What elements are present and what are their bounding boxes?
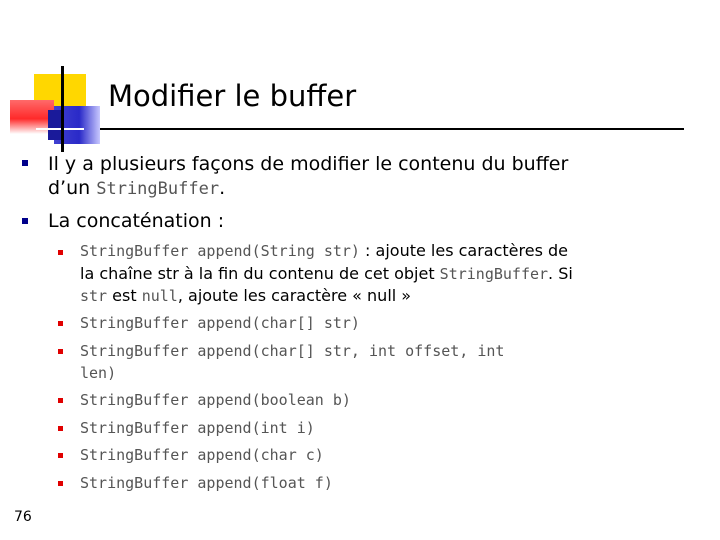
code-run: len)	[80, 364, 117, 382]
bullet-square-icon	[22, 218, 28, 224]
sub-bullet-square-icon	[58, 398, 63, 403]
code-run: str	[80, 287, 108, 305]
bullet-text-line: Il y a plusieurs façons de modifier le c…	[48, 153, 569, 175]
text-run: : ajoute les caractères de	[359, 241, 569, 260]
sub-bullet-text: StringBuffer append(String str) : ajoute…	[80, 240, 568, 262]
sub-bullet-square-icon	[58, 321, 63, 326]
sub-bullet-square-icon	[58, 426, 63, 431]
code-run: StringBuffer append(char[] str)	[80, 314, 360, 332]
code-run: StringBuffer append(char[] str, int offs…	[80, 342, 505, 360]
sub-bullet-square-icon	[58, 453, 63, 458]
slide-title: Modifier le buffer	[108, 79, 357, 113]
bullet-text-continuation: d’un StringBuffer.	[48, 176, 225, 201]
sub-bullet-square-icon	[58, 349, 63, 354]
code-run: StringBuffer append(boolean b)	[80, 391, 351, 409]
decor-light-line	[36, 128, 84, 130]
code-run: StringBuffer	[439, 265, 549, 283]
code-run: null	[141, 287, 178, 305]
sub-bullet-text: StringBuffer append(int i)	[80, 417, 315, 439]
sub-bullet-text: StringBuffer append(char c)	[80, 444, 324, 466]
title-underline	[100, 128, 684, 130]
sub-bullet-text: StringBuffer append(boolean b)	[80, 389, 351, 411]
sub-bullet-square-icon	[58, 250, 63, 255]
code-run: StringBuffer append(float f)	[80, 474, 333, 492]
sub-bullet-text-continuation: la chaîne str à la fin du contenu de cet…	[80, 263, 573, 285]
text-run: est	[107, 286, 142, 305]
sub-bullet-text-continuation: str est null, ajoute les caractère « nul…	[80, 285, 411, 307]
page-number: 76	[14, 509, 32, 525]
sub-bullet-text-continuation: len)	[80, 362, 116, 384]
sub-bullet-text: StringBuffer append(float f)	[80, 472, 333, 494]
code-run: StringBuffer append(char c)	[80, 446, 324, 464]
text-run: d’un	[48, 177, 97, 199]
sub-bullet-text: StringBuffer append(char[] str, int offs…	[80, 340, 504, 362]
text-run: , ajoute les caractère « null »	[177, 286, 412, 305]
code-run: StringBuffer append(String str)	[80, 242, 360, 260]
bullet-text: La concaténation :	[48, 210, 225, 232]
text-run: . Si	[548, 264, 573, 283]
code-run: StringBuffer append(int i)	[80, 419, 315, 437]
sub-bullet-text: StringBuffer append(char[] str)	[80, 312, 360, 334]
text-run: .	[219, 177, 226, 199]
decor-vertical-line	[61, 66, 64, 152]
bullet-text: Il y a plusieurs façons de modifier le c…	[48, 152, 568, 176]
sub-bullet-square-icon	[58, 481, 63, 486]
text-run: la chaîne str à la fin du contenu de cet…	[80, 264, 440, 283]
code-run: StringBuffer	[96, 179, 220, 199]
bullet-square-icon	[22, 160, 28, 166]
